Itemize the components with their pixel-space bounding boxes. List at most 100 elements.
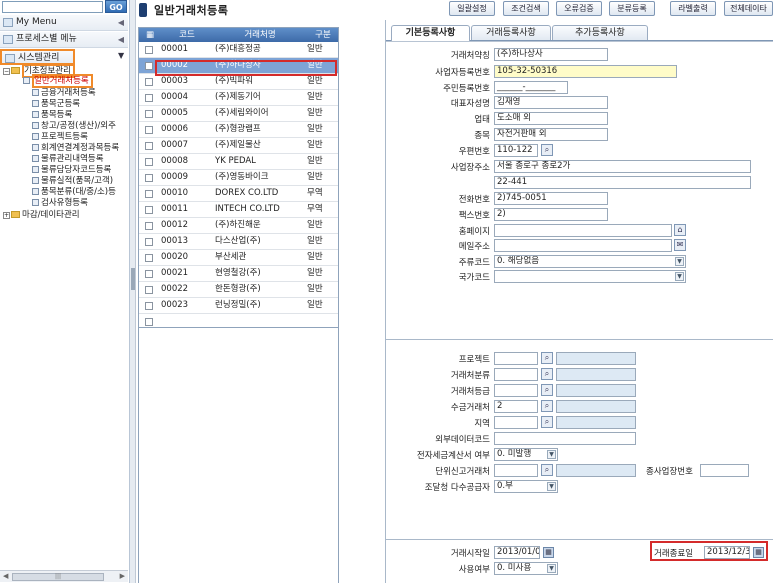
column-header-name[interactable]: 거래처명 xyxy=(214,28,306,42)
tree-item[interactable]: 일반거래처등록 xyxy=(23,74,93,88)
area-field[interactable] xyxy=(494,416,538,429)
row-checkbox[interactable] xyxy=(145,254,153,262)
row-checkbox[interactable] xyxy=(145,222,153,230)
project-field[interactable] xyxy=(494,352,538,365)
homepage-field[interactable] xyxy=(494,224,672,237)
table-row[interactable]: 00020 부산세관 일반 xyxy=(139,250,338,266)
liquor-code-select[interactable]: 0. 해당없음 ▼ xyxy=(494,255,686,268)
unit-report-customer-field[interactable] xyxy=(494,464,538,477)
scroll-thumb[interactable]: ||| xyxy=(12,573,104,581)
tree-item[interactable]: 금융거래처등록 xyxy=(32,88,96,99)
search-icon[interactable]: ⌕ xyxy=(541,352,553,364)
row-checkbox[interactable] xyxy=(145,62,153,70)
chevron-down-icon[interactable]: ▼ xyxy=(675,257,684,266)
table-row[interactable]: 00002 (주)하나상사 일반 xyxy=(139,58,338,74)
fax-field[interactable]: 2) xyxy=(494,208,608,221)
table-row[interactable]: 00021 현영철강(주) 일반 xyxy=(139,266,338,282)
menu-system[interactable]: 시스템관리 xyxy=(0,49,75,65)
category-register-button[interactable]: 분류등록 xyxy=(609,1,655,16)
tree-item[interactable]: 검사유형등록 xyxy=(32,198,88,209)
table-row[interactable]: 00003 (주)빅파워 일반 xyxy=(139,74,338,90)
row-checkbox[interactable] xyxy=(145,78,153,86)
table-row[interactable]: 00008 YK PEDAL 일반 xyxy=(139,154,338,170)
customer-grade-field[interactable] xyxy=(494,384,538,397)
search-icon[interactable]: ⌕ xyxy=(541,384,553,396)
chevron-down-icon[interactable]: ▼ xyxy=(547,450,556,459)
ceo-name-field[interactable]: 김재영 xyxy=(494,96,608,109)
column-header-type[interactable]: 구분 xyxy=(307,28,338,42)
splitter[interactable] xyxy=(130,0,136,583)
mail-icon[interactable]: ✉ xyxy=(674,239,686,251)
tree-node-closing[interactable]: + 마감/데이타관리 xyxy=(3,210,80,221)
menu-process[interactable]: 프로세스별 메뉴 ◀ xyxy=(0,32,128,48)
chevron-left-icon[interactable]: ◀ xyxy=(118,32,124,47)
chevron-left-icon[interactable]: ◀ xyxy=(118,15,124,30)
tree-item[interactable]: 물류담당자코드등록 xyxy=(32,165,111,176)
row-checkbox[interactable] xyxy=(145,318,153,326)
tab-basic[interactable]: 기본등록사항 xyxy=(391,25,470,41)
table-row[interactable]: 00009 (주)영동바이크 일반 xyxy=(139,170,338,186)
table-row[interactable]: 00004 (주)제동기어 일반 xyxy=(139,90,338,106)
tree-item[interactable]: 프로젝트등록 xyxy=(32,132,88,143)
condition-search-button[interactable]: 조건검색 xyxy=(503,1,549,16)
scroll-left-icon[interactable]: ◀ xyxy=(3,572,8,580)
sub-business-number-field[interactable] xyxy=(700,464,749,477)
search-icon[interactable]: ⌕ xyxy=(541,400,553,412)
business-number-field[interactable]: 105-32-50316 xyxy=(494,65,677,78)
tree-item[interactable]: 물류관리내역등록 xyxy=(32,154,104,165)
etax-select[interactable]: 0. 미발행 ▼ xyxy=(494,448,558,461)
label-print-button[interactable]: 라벨출력 xyxy=(670,1,716,16)
expand-icon[interactable]: + xyxy=(3,212,10,219)
chevron-down-icon[interactable]: ▼ xyxy=(547,564,556,573)
bulk-setting-button[interactable]: 일괄설정 xyxy=(449,1,495,16)
table-row[interactable]: 00007 (주)제일물산 일반 xyxy=(139,138,338,154)
table-row[interactable]: 00022 한돈형광(주) 일반 xyxy=(139,282,338,298)
table-row[interactable]: 00012 (주)하진해운 일반 xyxy=(139,218,338,234)
external-code-field[interactable] xyxy=(494,432,636,445)
business-item-field[interactable]: 자전거판매 외 xyxy=(494,128,608,141)
row-checkbox[interactable] xyxy=(145,270,153,278)
go-button[interactable]: GO xyxy=(105,0,127,13)
row-checkbox[interactable] xyxy=(145,302,153,310)
tree-item[interactable]: 창고/공정(생산)/외주 xyxy=(32,121,116,132)
table-row[interactable]: 00023 런닝정밀(주) 일반 xyxy=(139,298,338,314)
all-data-button[interactable]: 전체데이타 xyxy=(724,1,773,16)
email-field[interactable] xyxy=(494,239,672,252)
search-icon[interactable]: ⌕ xyxy=(541,464,553,476)
business-type-field[interactable]: 도소매 외 xyxy=(494,112,608,125)
row-checkbox[interactable] xyxy=(145,110,153,118)
row-checkbox[interactable] xyxy=(145,286,153,294)
search-icon[interactable]: ⌕ xyxy=(541,368,553,380)
row-checkbox[interactable] xyxy=(145,126,153,134)
resident-number-field[interactable]: ______-_______ xyxy=(494,81,568,94)
splitter-grip-icon[interactable] xyxy=(131,268,135,290)
grid-menu-icon[interactable]: ▦ xyxy=(143,28,157,42)
search-icon[interactable]: ⌕ xyxy=(541,144,553,156)
table-row[interactable]: 00013 다스산업(주) 일반 xyxy=(139,234,338,250)
customer-class-field[interactable] xyxy=(494,368,538,381)
row-checkbox[interactable] xyxy=(145,46,153,54)
tree-item[interactable]: 물류실적(품목/고객) xyxy=(32,176,113,187)
table-row[interactable]: 00006 (주)형광램프 일반 xyxy=(139,122,338,138)
country-code-select[interactable]: ▼ xyxy=(494,270,686,283)
tree-item[interactable]: 품목분류(대/중/소)등 xyxy=(32,187,116,198)
row-checkbox[interactable] xyxy=(145,190,153,198)
zipcode-field[interactable]: 110-122 xyxy=(494,144,538,157)
address-line2-field[interactable]: 22-441 xyxy=(494,176,751,189)
tree-item[interactable]: 품목군등록 xyxy=(32,99,80,110)
customer-name-field[interactable]: (주)하나상사 xyxy=(494,48,608,61)
tab-transaction[interactable]: 거래등록사항 xyxy=(471,25,551,40)
sidebar-horizontal-scrollbar[interactable]: ◀ ||| ▶ xyxy=(0,570,128,582)
calendar-icon[interactable]: ▦ xyxy=(543,547,554,558)
start-date-field[interactable]: 2013/01/01 xyxy=(494,546,540,559)
menu-search-input[interactable] xyxy=(2,1,103,13)
chevron-down-icon[interactable]: ▼ xyxy=(675,272,684,281)
tab-additional[interactable]: 추가등록사항 xyxy=(552,25,648,40)
table-row[interactable]: 00010 DOREX CO.LTD 무역 xyxy=(139,186,338,202)
row-checkbox[interactable] xyxy=(145,94,153,102)
table-row[interactable]: 00005 (주)세림와이어 일반 xyxy=(139,106,338,122)
chevron-down-icon[interactable]: ▼ xyxy=(118,51,124,60)
tree-item[interactable]: 회계연결계정과목등록 xyxy=(32,143,119,154)
collect-customer-field[interactable]: 2 xyxy=(494,400,538,413)
table-row[interactable]: 00011 INTECH CO.LTD 무역 xyxy=(139,202,338,218)
